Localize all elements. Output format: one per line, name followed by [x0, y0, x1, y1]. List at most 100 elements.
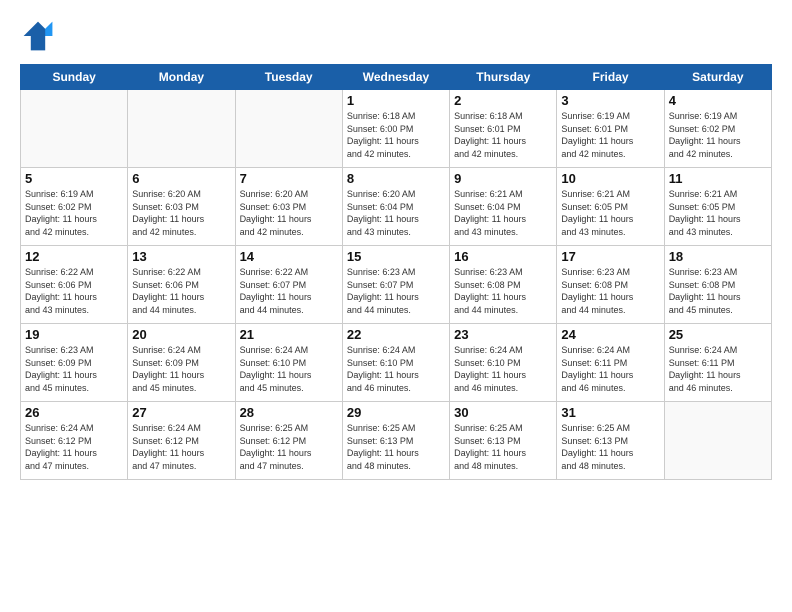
calendar-cell [21, 90, 128, 168]
day-info: Sunrise: 6:20 AM Sunset: 6:04 PM Dayligh… [347, 188, 445, 238]
week-row-4: 19 Sunrise: 6:23 AM Sunset: 6:09 PM Dayli… [21, 324, 772, 402]
calendar-cell: 23 Sunrise: 6:24 AM Sunset: 6:10 PM Dayli… [450, 324, 557, 402]
calendar-cell: 6 Sunrise: 6:20 AM Sunset: 6:03 PM Daylig… [128, 168, 235, 246]
calendar-cell: 10Sunrise: 6:21 AM Sunset: 6:05 PM Dayli… [557, 168, 664, 246]
day-number: 25 [669, 327, 767, 342]
calendar-cell: 22 Sunrise: 6:24 AM Sunset: 6:10 PM Dayli… [342, 324, 449, 402]
day-number: 5 [25, 171, 123, 186]
day-number: 6 [132, 171, 230, 186]
day-number: 23 [454, 327, 552, 342]
calendar-cell: 27 Sunrise: 6:24 AM Sunset: 6:12 PM Dayli… [128, 402, 235, 480]
calendar-cell: 13 Sunrise: 6:22 AM Sunset: 6:06 PM Dayli… [128, 246, 235, 324]
day-info: Sunrise: 6:20 AM Sunset: 6:03 PM Dayligh… [132, 188, 230, 238]
week-row-1: 1 Sunrise: 6:18 AM Sunset: 6:00 PM Daylig… [21, 90, 772, 168]
day-number: 12 [25, 249, 123, 264]
day-number: 29 [347, 405, 445, 420]
day-number: 19 [25, 327, 123, 342]
calendar-header: SundayMondayTuesdayWednesdayThursdayFrid… [21, 65, 772, 90]
day-info: Sunrise: 6:24 AM Sunset: 6:10 PM Dayligh… [347, 344, 445, 394]
calendar-cell: 1 Sunrise: 6:18 AM Sunset: 6:00 PM Daylig… [342, 90, 449, 168]
week-row-5: 26 Sunrise: 6:24 AM Sunset: 6:12 PM Dayli… [21, 402, 772, 480]
calendar-cell: 26 Sunrise: 6:24 AM Sunset: 6:12 PM Dayli… [21, 402, 128, 480]
day-number: 27 [132, 405, 230, 420]
calendar-cell: 18 Sunrise: 6:23 AM Sunset: 6:08 PM Dayli… [664, 246, 771, 324]
day-info: Sunrise: 6:18 AM Sunset: 6:00 PM Dayligh… [347, 110, 445, 160]
header [20, 18, 772, 54]
calendar-cell: 21 Sunrise: 6:24 AM Sunset: 6:10 PM Dayli… [235, 324, 342, 402]
day-number: 28 [240, 405, 338, 420]
day-info: Sunrise: 6:20 AM Sunset: 6:03 PM Dayligh… [240, 188, 338, 238]
day-number: 30 [454, 405, 552, 420]
day-number: 18 [669, 249, 767, 264]
day-info: Sunrise: 6:22 AM Sunset: 6:07 PM Dayligh… [240, 266, 338, 316]
day-number: 16 [454, 249, 552, 264]
day-number: 2 [454, 93, 552, 108]
day-info: Sunrise: 6:24 AM Sunset: 6:10 PM Dayligh… [240, 344, 338, 394]
day-info: Sunrise: 6:24 AM Sunset: 6:11 PM Dayligh… [561, 344, 659, 394]
calendar-body: 1 Sunrise: 6:18 AM Sunset: 6:00 PM Daylig… [21, 90, 772, 480]
logo-icon [20, 18, 56, 54]
day-number: 26 [25, 405, 123, 420]
day-info: Sunrise: 6:19 AM Sunset: 6:02 PM Dayligh… [669, 110, 767, 160]
day-number: 31 [561, 405, 659, 420]
day-info: Sunrise: 6:23 AM Sunset: 6:07 PM Dayligh… [347, 266, 445, 316]
day-info: Sunrise: 6:19 AM Sunset: 6:01 PM Dayligh… [561, 110, 659, 160]
day-info: Sunrise: 6:18 AM Sunset: 6:01 PM Dayligh… [454, 110, 552, 160]
day-info: Sunrise: 6:25 AM Sunset: 6:13 PM Dayligh… [561, 422, 659, 472]
calendar-cell: 5Sunrise: 6:19 AM Sunset: 6:02 PM Daylig… [21, 168, 128, 246]
calendar-cell: 31 Sunrise: 6:25 AM Sunset: 6:13 PM Dayli… [557, 402, 664, 480]
calendar-cell: 4Sunrise: 6:19 AM Sunset: 6:02 PM Daylig… [664, 90, 771, 168]
day-info: Sunrise: 6:24 AM Sunset: 6:10 PM Dayligh… [454, 344, 552, 394]
weekday-header-sunday: Sunday [21, 65, 128, 90]
calendar-cell: 28Sunrise: 6:25 AM Sunset: 6:12 PM Dayli… [235, 402, 342, 480]
day-info: Sunrise: 6:24 AM Sunset: 6:11 PM Dayligh… [669, 344, 767, 394]
day-number: 24 [561, 327, 659, 342]
day-info: Sunrise: 6:25 AM Sunset: 6:13 PM Dayligh… [454, 422, 552, 472]
day-info: Sunrise: 6:21 AM Sunset: 6:05 PM Dayligh… [669, 188, 767, 238]
weekday-header-monday: Monday [128, 65, 235, 90]
day-number: 11 [669, 171, 767, 186]
day-info: Sunrise: 6:23 AM Sunset: 6:08 PM Dayligh… [454, 266, 552, 316]
calendar-cell: 2 Sunrise: 6:18 AM Sunset: 6:01 PM Daylig… [450, 90, 557, 168]
day-info: Sunrise: 6:23 AM Sunset: 6:09 PM Dayligh… [25, 344, 123, 394]
calendar-cell: 3 Sunrise: 6:19 AM Sunset: 6:01 PM Daylig… [557, 90, 664, 168]
day-info: Sunrise: 6:21 AM Sunset: 6:05 PM Dayligh… [561, 188, 659, 238]
weekday-row: SundayMondayTuesdayWednesdayThursdayFrid… [21, 65, 772, 90]
logo [20, 18, 60, 54]
day-info: Sunrise: 6:22 AM Sunset: 6:06 PM Dayligh… [25, 266, 123, 316]
day-info: Sunrise: 6:24 AM Sunset: 6:09 PM Dayligh… [132, 344, 230, 394]
weekday-header-friday: Friday [557, 65, 664, 90]
day-number: 15 [347, 249, 445, 264]
day-number: 9 [454, 171, 552, 186]
day-number: 14 [240, 249, 338, 264]
day-number: 17 [561, 249, 659, 264]
day-number: 13 [132, 249, 230, 264]
weekday-header-saturday: Saturday [664, 65, 771, 90]
day-number: 22 [347, 327, 445, 342]
day-info: Sunrise: 6:23 AM Sunset: 6:08 PM Dayligh… [561, 266, 659, 316]
day-number: 1 [347, 93, 445, 108]
calendar-cell: 11 Sunrise: 6:21 AM Sunset: 6:05 PM Dayli… [664, 168, 771, 246]
day-info: Sunrise: 6:24 AM Sunset: 6:12 PM Dayligh… [132, 422, 230, 472]
day-number: 8 [347, 171, 445, 186]
week-row-2: 5Sunrise: 6:19 AM Sunset: 6:02 PM Daylig… [21, 168, 772, 246]
day-number: 7 [240, 171, 338, 186]
week-row-3: 12 Sunrise: 6:22 AM Sunset: 6:06 PM Dayli… [21, 246, 772, 324]
day-info: Sunrise: 6:24 AM Sunset: 6:12 PM Dayligh… [25, 422, 123, 472]
day-number: 3 [561, 93, 659, 108]
calendar-cell: 17 Sunrise: 6:23 AM Sunset: 6:08 PM Dayli… [557, 246, 664, 324]
calendar-cell: 8 Sunrise: 6:20 AM Sunset: 6:04 PM Daylig… [342, 168, 449, 246]
day-info: Sunrise: 6:23 AM Sunset: 6:08 PM Dayligh… [669, 266, 767, 316]
calendar-cell: 19 Sunrise: 6:23 AM Sunset: 6:09 PM Dayli… [21, 324, 128, 402]
calendar-cell: 25 Sunrise: 6:24 AM Sunset: 6:11 PM Dayli… [664, 324, 771, 402]
day-number: 21 [240, 327, 338, 342]
day-info: Sunrise: 6:25 AM Sunset: 6:13 PM Dayligh… [347, 422, 445, 472]
calendar-cell: 9 Sunrise: 6:21 AM Sunset: 6:04 PM Daylig… [450, 168, 557, 246]
calendar-cell: 16 Sunrise: 6:23 AM Sunset: 6:08 PM Dayli… [450, 246, 557, 324]
day-info: Sunrise: 6:22 AM Sunset: 6:06 PM Dayligh… [132, 266, 230, 316]
calendar-cell: 15 Sunrise: 6:23 AM Sunset: 6:07 PM Dayli… [342, 246, 449, 324]
calendar-cell: 30 Sunrise: 6:25 AM Sunset: 6:13 PM Dayli… [450, 402, 557, 480]
weekday-header-tuesday: Tuesday [235, 65, 342, 90]
calendar-cell [235, 90, 342, 168]
day-info: Sunrise: 6:21 AM Sunset: 6:04 PM Dayligh… [454, 188, 552, 238]
